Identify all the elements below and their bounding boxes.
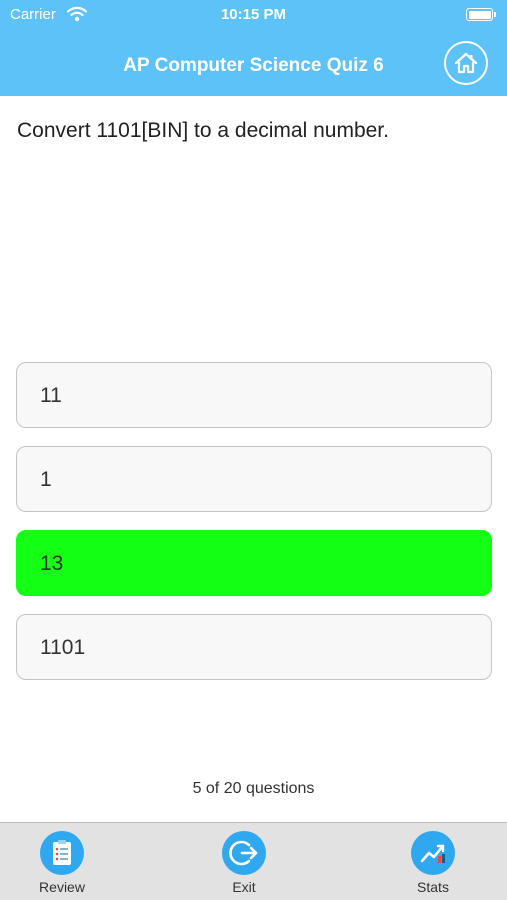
- stats-chart-icon: [420, 844, 445, 863]
- answer-option-1[interactable]: 11: [16, 362, 492, 428]
- page-title: AP Computer Science Quiz 6: [123, 55, 384, 76]
- tab-stats-label: Stats: [417, 879, 449, 895]
- question-progress: 5 of 20 questions: [192, 780, 315, 797]
- tab-exit-label: Exit: [232, 879, 256, 895]
- battery-icon: [466, 8, 496, 21]
- exit-icon: [229, 840, 258, 866]
- tab-exit[interactable]: Exit: [184, 823, 304, 900]
- tab-stats[interactable]: Stats: [373, 823, 493, 900]
- status-time: 10:15 PM: [220, 6, 287, 23]
- tab-review-label: Review: [39, 879, 85, 895]
- home-icon: [454, 52, 478, 74]
- review-clipboard-icon: [53, 840, 71, 865]
- home-button[interactable]: [444, 41, 488, 85]
- answer-option-4[interactable]: 1101: [16, 614, 492, 680]
- tab-review[interactable]: Review: [2, 823, 122, 900]
- question-text: Convert 1101[BIN] to a decimal number.: [17, 119, 389, 142]
- status-bar: Carrier 10:15 PM: [0, 0, 507, 30]
- answer-option-2[interactable]: 1: [16, 446, 492, 512]
- tab-bar: Review Exit Stats: [0, 822, 507, 900]
- navigation-bar: Carrier 10:15 PM AP Computer Science Qui…: [0, 0, 507, 96]
- answer-option-3-correct[interactable]: 13: [16, 530, 492, 596]
